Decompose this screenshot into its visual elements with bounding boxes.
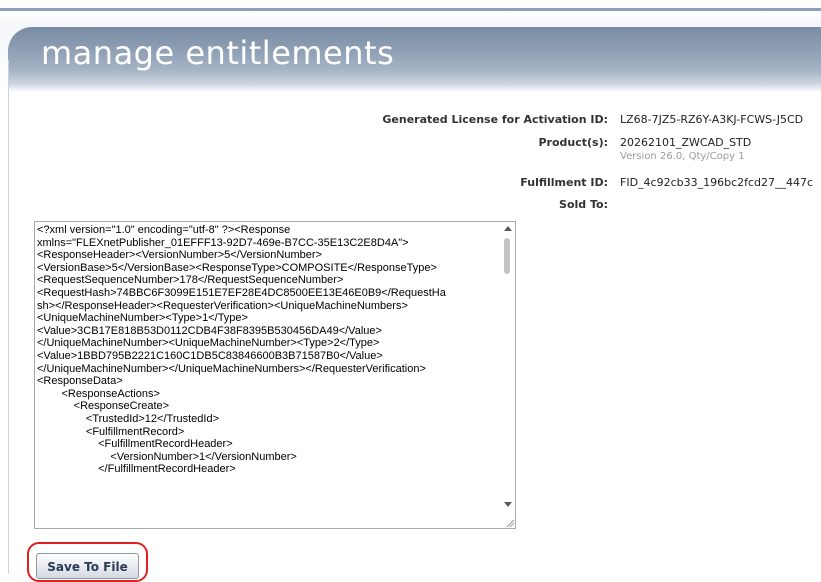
activation-id-label: Generated License for Activation ID: — [382, 113, 608, 126]
scrollbar-thumb[interactable] — [504, 238, 510, 274]
fulfillment-id-value: FID_4c92cb33_196bc2fcd27__447c — [620, 176, 814, 189]
product-name: 20262101_ZWCAD_STD — [620, 136, 752, 149]
products-label: Product(s): — [538, 136, 608, 149]
save-to-file-button[interactable]: Save To File — [36, 553, 139, 579]
sold-to-label: Sold To: — [559, 198, 608, 211]
license-xml-textarea[interactable]: <?xml version="1.0" encoding="utf-8" ?><… — [34, 221, 516, 529]
vertical-scrollbar[interactable] — [500, 222, 515, 527]
top-strip — [0, 0, 821, 8]
page-title: manage entitlements — [41, 34, 395, 72]
resize-grip-icon[interactable] — [505, 518, 515, 528]
license-xml-content[interactable]: <?xml version="1.0" encoding="utf-8" ?><… — [37, 224, 497, 526]
left-border — [8, 60, 9, 574]
scroll-down-arrow-icon[interactable] — [504, 502, 512, 507]
fulfillment-id-label: Fulfillment ID: — [520, 176, 608, 189]
product-detail: Version 26.0, Qty/Copy 1 — [620, 151, 745, 162]
activation-id-value: LZ68-7JZ5-RZ6Y-A3KJ-FCWS-J5CD — [620, 113, 804, 126]
scroll-up-arrow-icon[interactable] — [504, 226, 512, 231]
